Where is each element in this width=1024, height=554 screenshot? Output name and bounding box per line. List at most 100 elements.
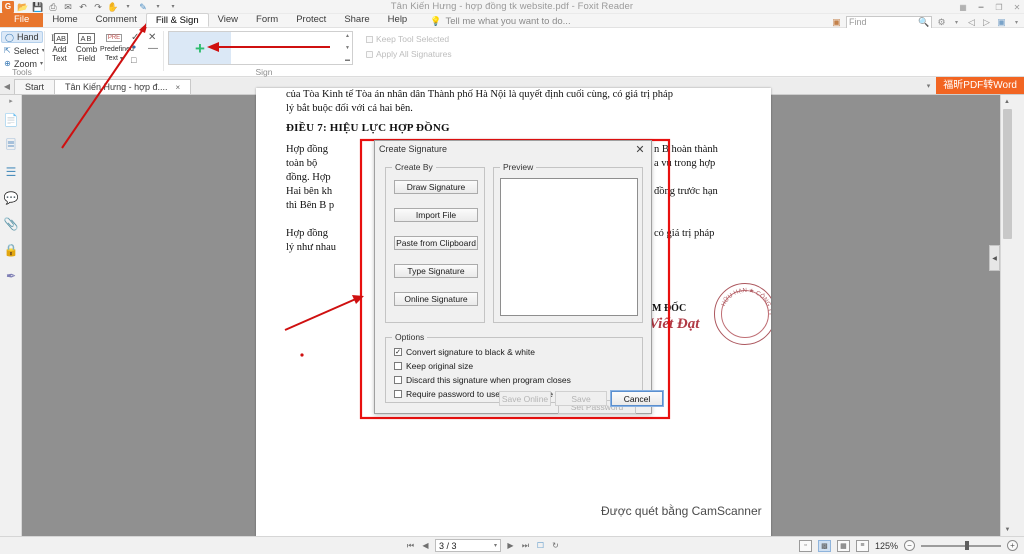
find-previous-icon[interactable]: ◁ bbox=[966, 17, 977, 28]
create-by-group: Create By Draw Signature Import File Pas… bbox=[385, 167, 485, 323]
create-signature-tile[interactable]: + bbox=[169, 32, 231, 64]
search-settings-icon[interactable]: ⚙ bbox=[936, 17, 947, 28]
cross-mark-tool[interactable]: ✕ bbox=[148, 32, 156, 43]
type-signature-button[interactable]: Type Signature bbox=[394, 264, 478, 278]
page-thumbnails-icon[interactable]: 🗏 bbox=[0, 133, 22, 159]
ribbon-tab-protect[interactable]: Protect bbox=[287, 13, 335, 27]
doc-tab-contract[interactable]: Tân Kiến Hưng - hợp đ.... × bbox=[54, 79, 191, 94]
facing-layout-button[interactable]: ▦ bbox=[837, 540, 850, 552]
maximize-button[interactable]: ❐ bbox=[994, 3, 1004, 12]
attachments-icon[interactable]: 📎 bbox=[0, 211, 22, 237]
find-next-icon[interactable]: ▷ bbox=[981, 17, 992, 28]
gallery-scroll-down-icon[interactable]: ▼ bbox=[345, 45, 350, 51]
ribbon-tab-share[interactable]: Share bbox=[335, 13, 378, 27]
keep-tool-selected-checkbox[interactable]: Keep Tool Selected bbox=[366, 33, 452, 45]
apply-all-signatures-button[interactable]: Apply All Signatures bbox=[366, 48, 452, 60]
ribbon-tab-home[interactable]: Home bbox=[43, 13, 86, 27]
keep-original-size-checkbox[interactable]: Keep original size bbox=[394, 361, 473, 371]
import-file-button[interactable]: Import File bbox=[394, 208, 478, 222]
hand-tool-button[interactable]: ◯ Hand bbox=[1, 31, 43, 43]
chevron-down-icon-tabs[interactable]: ▾ bbox=[921, 82, 937, 90]
cancel-button[interactable]: Cancel bbox=[611, 391, 663, 406]
tell-me-box[interactable]: 💡 Tell me what you want to do... bbox=[430, 16, 570, 27]
minimize-button[interactable]: ━ bbox=[976, 3, 986, 12]
pdf-to-word-button[interactable]: 福昕PDF转Word bbox=[936, 77, 1024, 94]
ribbon-tab-fill-and-sign[interactable]: Fill & Sign bbox=[146, 13, 209, 27]
last-page-button[interactable]: ⏭ bbox=[520, 541, 531, 551]
close-button[interactable]: ✕ bbox=[1012, 3, 1022, 12]
rectangle-mark-tool[interactable]: □ bbox=[131, 55, 136, 65]
snapshot-icon[interactable]: ▣ bbox=[831, 17, 842, 28]
account-icon[interactable]: ▣ bbox=[996, 17, 1007, 28]
single-page-layout-button[interactable]: ▫ bbox=[799, 540, 812, 552]
check-mark-tool[interactable]: ✓ bbox=[131, 32, 139, 43]
doc-tab-start[interactable]: Start bbox=[14, 79, 55, 94]
add-text-button[interactable]: IAB Add Text bbox=[47, 30, 72, 63]
online-signature-button[interactable]: Online Signature bbox=[394, 292, 478, 306]
page-number-input[interactable]: 3 / 3 ▾ bbox=[435, 539, 501, 552]
bookmarks-icon[interactable]: 📄 bbox=[0, 107, 22, 133]
pin-icon[interactable]: ▸ bbox=[0, 95, 22, 107]
discard-on-close-checkbox[interactable]: Discard this signature when program clos… bbox=[394, 375, 571, 385]
search-icon[interactable]: 🔍 bbox=[918, 17, 929, 28]
fit-page-button[interactable]: ☐ bbox=[535, 541, 546, 550]
save-button[interactable]: Save bbox=[555, 391, 607, 406]
gallery-scroll-up-icon[interactable]: ▲ bbox=[345, 33, 350, 39]
comb-field-button[interactable]: AB Comb Field bbox=[74, 30, 99, 63]
create-signature-dialog[interactable]: Create Signature ✕ Create By Draw Signat… bbox=[374, 140, 652, 414]
chevron-down-icon-3[interactable]: ▾ bbox=[951, 19, 962, 26]
ribbon-display-options-icon[interactable]: ▦ bbox=[958, 3, 968, 12]
doc-body-left-3: đồng. Hợp bbox=[286, 171, 331, 185]
right-panel-toggle[interactable]: ◀ bbox=[989, 245, 1000, 271]
zoom-slider-thumb[interactable] bbox=[965, 541, 969, 550]
close-icon[interactable]: ✕ bbox=[633, 143, 647, 156]
ribbon-tab-help[interactable]: Help bbox=[379, 13, 417, 27]
search-input[interactable]: Find 🔍 bbox=[846, 16, 932, 29]
signature-preview-canvas[interactable] bbox=[500, 178, 638, 316]
scroll-up-icon[interactable]: ▲ bbox=[1001, 95, 1013, 108]
comb-field-label-2: Field bbox=[74, 55, 99, 64]
zoom-in-button[interactable]: + bbox=[1007, 540, 1018, 551]
digital-signatures-icon[interactable]: ✒ bbox=[0, 263, 22, 289]
signature-gallery[interactable]: + ▲ ▼ ▬ bbox=[168, 31, 353, 65]
continuous-layout-button[interactable]: ▩ bbox=[818, 540, 831, 552]
scroll-down-icon[interactable]: ▼ bbox=[1001, 523, 1014, 536]
ribbon-tab-form[interactable]: Form bbox=[247, 13, 287, 27]
save-online-button[interactable]: Save Online bbox=[499, 391, 551, 406]
select-tool-label: Select bbox=[14, 46, 39, 56]
tell-me-label: Tell me what you want to do... bbox=[445, 16, 570, 27]
gallery-more-icon[interactable]: ▬ bbox=[345, 57, 350, 63]
first-page-button[interactable]: ⏮ bbox=[405, 541, 416, 551]
chevron-down-icon-page[interactable]: ▾ bbox=[494, 542, 497, 549]
ribbon-tab-comment[interactable]: Comment bbox=[87, 13, 146, 27]
select-tool-button[interactable]: ⇱ Select ▾ bbox=[1, 45, 43, 56]
convert-to-bw-checkbox[interactable]: Convert signature to black & white bbox=[394, 347, 535, 357]
predefined-text-button[interactable]: PRE Predefined Text ▾ bbox=[100, 30, 128, 63]
line-mark-tool[interactable]: — bbox=[148, 43, 158, 54]
scrollbar-thumb[interactable] bbox=[1003, 109, 1012, 239]
gallery-scroll-buttons[interactable]: ▲ ▼ ▬ bbox=[343, 32, 352, 64]
security-icon[interactable]: 🔒 bbox=[0, 237, 22, 263]
zoom-slider[interactable] bbox=[921, 540, 1001, 552]
layers-icon[interactable]: ☰ bbox=[0, 159, 22, 185]
draw-signature-button[interactable]: Draw Signature bbox=[394, 180, 478, 194]
page-number-value: 3 / 3 bbox=[439, 541, 457, 551]
dot-mark-tool[interactable]: ● bbox=[132, 44, 136, 51]
split-layout-button[interactable]: ≡ bbox=[856, 540, 869, 552]
dialog-title-bar[interactable]: Create Signature ✕ bbox=[375, 141, 651, 157]
previous-page-button[interactable]: ◀ bbox=[420, 541, 431, 550]
chevron-down-icon-4[interactable]: ▾ bbox=[1011, 19, 1022, 26]
close-icon[interactable]: × bbox=[176, 80, 181, 95]
discard-on-close-label: Discard this signature when program clos… bbox=[406, 375, 571, 385]
stamp-text: HỮU HẠN ★ CÔNG TY bbox=[715, 284, 771, 346]
ribbon-tab-view[interactable]: View bbox=[209, 13, 247, 27]
comments-icon[interactable]: 💬 bbox=[0, 185, 22, 211]
chevron-down-icon-zoom[interactable]: ▾ bbox=[40, 60, 43, 67]
tab-scroll-left-icon[interactable]: ◀ bbox=[0, 82, 14, 94]
next-page-button[interactable]: ▶ bbox=[505, 541, 516, 550]
document-scrollbar[interactable]: ▲ ▼ bbox=[1000, 95, 1013, 536]
zoom-out-button[interactable]: − bbox=[904, 540, 915, 551]
paste-from-clipboard-button[interactable]: Paste from Clipboard bbox=[394, 236, 478, 250]
rotate-button[interactable]: ↻ bbox=[550, 541, 561, 550]
ribbon-tab-file[interactable]: File bbox=[0, 13, 43, 27]
